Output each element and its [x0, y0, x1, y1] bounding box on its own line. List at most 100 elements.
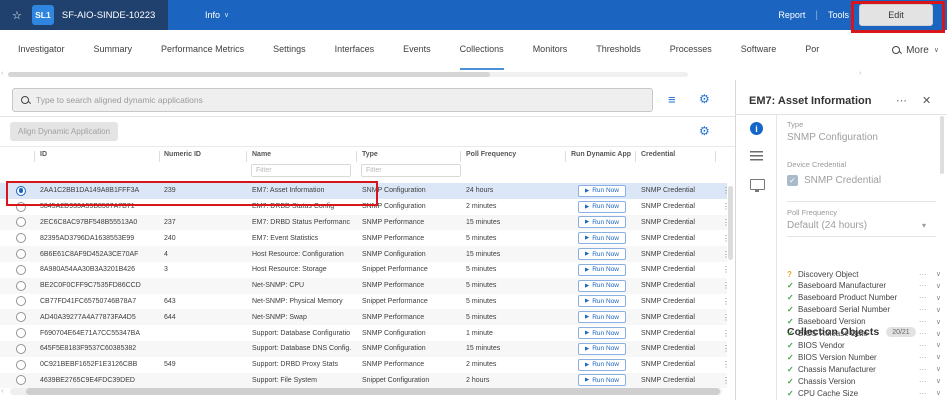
tab-thresholds[interactable]: Thresholds: [596, 30, 641, 70]
column-header-poll-frequency[interactable]: Poll Frequency: [466, 151, 516, 158]
item-options-icon[interactable]: ⋯: [919, 353, 927, 362]
radio-unselected[interactable]: [16, 233, 26, 243]
row-kebab-menu-icon[interactable]: ⋮: [720, 309, 732, 325]
run-now-button[interactable]: ▶Run Now: [578, 216, 626, 228]
table-row[interactable]: 5845A2D933A55B8507A7B71EM7: DRBD Status …: [0, 199, 727, 215]
tab-scroll-right-arrow[interactable]: ›: [859, 70, 861, 77]
run-now-button[interactable]: ▶Run Now: [578, 248, 626, 260]
gear-icon[interactable]: ⚙: [699, 92, 710, 106]
item-options-icon[interactable]: ⋯: [919, 365, 927, 374]
row-kebab-menu-icon[interactable]: ⋮: [720, 325, 732, 341]
item-options-icon[interactable]: ⋯: [919, 317, 927, 326]
type-filter-input[interactable]: [361, 164, 461, 177]
close-icon[interactable]: ✕: [922, 94, 931, 107]
radio-unselected[interactable]: [16, 328, 26, 338]
list-view-toggle-icon[interactable]: ≡: [668, 92, 676, 107]
run-now-button[interactable]: ▶Run Now: [578, 295, 626, 307]
tab-performance-metrics[interactable]: Performance Metrics: [161, 30, 244, 70]
panel-scrollbar-thumb[interactable]: [940, 116, 944, 174]
monitor-tab-icon[interactable]: [750, 179, 765, 190]
poll-frequency-select[interactable]: Default (24 hours): [787, 220, 937, 231]
radio-unselected[interactable]: [16, 281, 26, 291]
table-row[interactable]: 0C921BEBF1652F1E3126CBB549Support: DRBD …: [0, 357, 727, 373]
run-now-button[interactable]: ▶Run Now: [578, 232, 626, 244]
item-options-icon[interactable]: ⋯: [919, 377, 927, 386]
search-input[interactable]: Type to search aligned dynamic applicati…: [12, 88, 653, 112]
table-row[interactable]: 4639BE2765C9E4FDC39DEDSupport: File Syst…: [0, 373, 727, 389]
item-options-icon[interactable]: ⋯: [919, 389, 927, 398]
align-dynamic-application-button[interactable]: Align Dynamic Application: [10, 122, 118, 141]
tab-scrollbar-thumb[interactable]: [8, 72, 490, 77]
collection-object-item[interactable]: ✓BIOS Version Number⋯∨: [787, 351, 941, 363]
chevron-down-icon[interactable]: ∨: [936, 389, 941, 397]
table-row[interactable]: 645F5E8183F9537C60385382Support: Databas…: [0, 341, 727, 357]
tab-summary[interactable]: Summary: [94, 30, 133, 70]
credential-checkbox[interactable]: ✓: [787, 175, 798, 186]
table-row[interactable]: 2EC6C8AC97BF548B55513A0237EM7: DRBD Stat…: [0, 215, 727, 231]
run-now-button[interactable]: ▶Run Now: [578, 327, 626, 339]
table-scroll-left-arrow[interactable]: ‹: [1, 386, 4, 395]
row-radio[interactable]: [16, 278, 34, 294]
collection-object-item[interactable]: ✓BIOS Vendor⋯∨: [787, 339, 941, 351]
item-options-icon[interactable]: ⋯: [919, 305, 927, 314]
collection-object-item[interactable]: ✓BIOS Release Date⋯∨: [787, 328, 941, 340]
column-header-credential[interactable]: Credential: [641, 151, 675, 158]
tab-processes[interactable]: Processes: [670, 30, 712, 70]
item-options-icon[interactable]: ⋯: [919, 270, 927, 279]
run-now-button[interactable]: ▶Run Now: [578, 185, 626, 197]
table-row[interactable]: 2AA1C2BB1DA149A8B1FFF3A239EM7: Asset Inf…: [0, 183, 727, 199]
collection-object-item[interactable]: ✓Baseboard Manufacturer⋯∨: [787, 280, 941, 292]
row-radio[interactable]: [16, 309, 34, 325]
collection-object-item[interactable]: ✓Baseboard Version⋯∨: [787, 316, 941, 328]
chevron-down-icon[interactable]: ∨: [936, 353, 941, 361]
info-tab-icon[interactable]: i: [750, 122, 763, 135]
radio-selected[interactable]: [16, 186, 26, 196]
list-tab-icon[interactable]: [750, 151, 763, 161]
gear-icon[interactable]: ⚙: [699, 124, 710, 138]
run-now-button[interactable]: ▶Run Now: [578, 264, 626, 276]
row-kebab-menu-icon[interactable]: ⋮: [720, 341, 732, 357]
run-now-button[interactable]: ▶Run Now: [578, 311, 626, 323]
item-options-icon[interactable]: ⋯: [919, 293, 927, 302]
tab-events[interactable]: Events: [403, 30, 431, 70]
tab-collections[interactable]: Collections: [460, 30, 504, 70]
row-radio[interactable]: [16, 246, 34, 262]
chevron-down-icon[interactable]: ∨: [936, 330, 941, 338]
radio-unselected[interactable]: [16, 249, 26, 259]
radio-unselected[interactable]: [16, 375, 26, 385]
more-dropdown[interactable]: More ∨: [857, 30, 939, 70]
radio-unselected[interactable]: [16, 217, 26, 227]
table-row[interactable]: 8A980A54AA30B3A3201B4263Host Resource: S…: [0, 262, 727, 278]
row-radio[interactable]: [16, 230, 34, 246]
run-now-button[interactable]: ▶Run Now: [578, 201, 626, 213]
row-radio[interactable]: [16, 325, 34, 341]
table-row[interactable]: AD40A39277A4A77873FA4D5644Net-SNMP: Swap…: [0, 309, 727, 325]
table-row[interactable]: 6B6E61C8AF9D452A3CE70AF4Host Resource: C…: [0, 246, 727, 262]
radio-unselected[interactable]: [16, 312, 26, 322]
name-filter-input[interactable]: [251, 164, 351, 177]
radio-unselected[interactable]: [16, 344, 26, 354]
table-row[interactable]: 82395AD3796DA1638553E99240EM7: Event Sta…: [0, 230, 727, 246]
report-button[interactable]: Report: [778, 10, 805, 20]
table-row[interactable]: CB77FD41FC65750746B78A7643Net-SNMP: Phys…: [0, 294, 727, 310]
favorite-star-icon[interactable]: ☆: [12, 9, 22, 22]
run-now-button[interactable]: ▶Run Now: [578, 343, 626, 355]
row-kebab-menu-icon[interactable]: ⋮: [720, 262, 732, 278]
tab-interfaces[interactable]: Interfaces: [335, 30, 375, 70]
radio-unselected[interactable]: [16, 202, 26, 212]
tab-monitors[interactable]: Monitors: [533, 30, 568, 70]
chevron-down-icon[interactable]: ∨: [936, 377, 941, 385]
table-vertical-scrollbar-thumb[interactable]: [728, 186, 733, 260]
collection-object-item[interactable]: ✓Baseboard Serial Number⋯∨: [787, 304, 941, 316]
run-now-button[interactable]: ▶Run Now: [578, 280, 626, 292]
column-header-numeric-id[interactable]: Numeric ID: [164, 151, 201, 158]
chevron-down-icon[interactable]: ∨: [936, 270, 941, 278]
table-row[interactable]: BE2C0F0CFF9C7535FD86CCDNet-SNMP: CPUSNMP…: [0, 278, 727, 294]
collection-object-item[interactable]: ✓Chassis Manufacturer⋯∨: [787, 363, 941, 375]
panel-options-icon[interactable]: ⋯: [896, 94, 907, 107]
chevron-down-icon[interactable]: ∨: [936, 306, 941, 314]
collection-object-item[interactable]: ✓CPU Cache Size⋯∨: [787, 387, 941, 399]
collection-object-item[interactable]: ✓Chassis Version⋯∨: [787, 375, 941, 387]
item-options-icon[interactable]: ⋯: [919, 341, 927, 350]
tab-settings[interactable]: Settings: [273, 30, 306, 70]
